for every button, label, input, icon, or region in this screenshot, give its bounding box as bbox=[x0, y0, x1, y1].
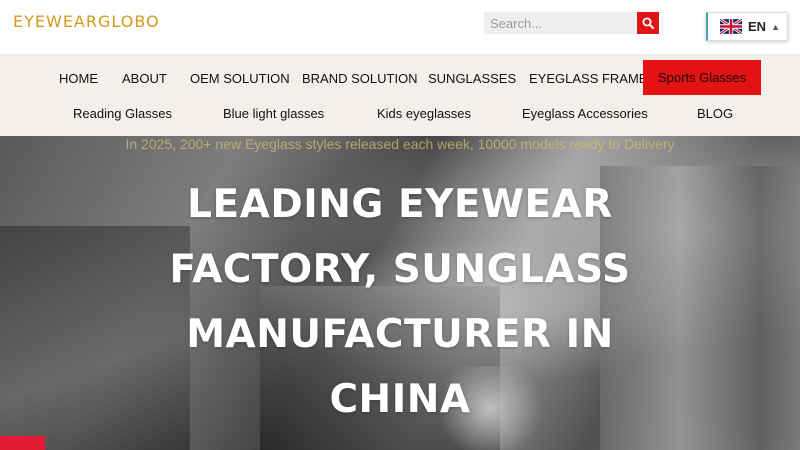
nav-item-kids-eyeglasses[interactable]: Kids eyeglasses bbox=[377, 106, 471, 121]
nav-item-about[interactable]: ABOUT bbox=[122, 71, 167, 86]
site-logo[interactable]: EYEWEARGLOBO bbox=[13, 12, 160, 31]
language-switcher[interactable]: EN ▲ bbox=[706, 12, 788, 41]
search-icon bbox=[642, 17, 654, 29]
nav-item-eyeglass-frames[interactable]: EYEGLASS FRAMES bbox=[529, 71, 656, 86]
language-label: EN bbox=[748, 19, 767, 34]
corner-widget-tab[interactable] bbox=[0, 436, 45, 450]
nav-item-sunglasses[interactable]: SUNGLASSES bbox=[428, 71, 516, 86]
hero-title: LEADING EYEWEAR FACTORY, SUNGLASS MANUFA… bbox=[169, 182, 631, 422]
nav-item-blue-light-glasses[interactable]: Blue light glasses bbox=[223, 106, 324, 121]
search-input[interactable] bbox=[484, 12, 637, 34]
nav-item-oem-solution[interactable]: OEM SOLUTION bbox=[190, 71, 290, 86]
nav-item-sports-glasses[interactable]: Sports Glasses bbox=[643, 60, 762, 95]
hero-ticker-text: In 2025, 200+ new Eyeglass styles releas… bbox=[125, 136, 675, 152]
nav-item-brand-solution[interactable]: BRAND SOLUTION bbox=[302, 71, 418, 86]
hero-banner: In 2025, 200+ new Eyeglass styles releas… bbox=[0, 136, 800, 450]
nav-item-home[interactable]: HOME bbox=[59, 71, 98, 86]
main-nav: HOME ABOUT OEM SOLUTION BRAND SOLUTION S… bbox=[0, 54, 800, 136]
nav-item-reading-glasses[interactable]: Reading Glasses bbox=[73, 106, 172, 121]
search-bar bbox=[484, 12, 659, 34]
nav-item-eyeglass-accessories[interactable]: Eyeglass Accessories bbox=[522, 106, 648, 121]
uk-flag-icon bbox=[720, 19, 742, 34]
site-header: EYEWEARGLOBO EN ▲ bbox=[0, 0, 800, 54]
nav-row-secondary: Reading Glasses Blue light glasses Kids … bbox=[0, 100, 800, 136]
search-button[interactable] bbox=[637, 12, 659, 34]
nav-row-primary: HOME ABOUT OEM SOLUTION BRAND SOLUTION S… bbox=[0, 54, 800, 100]
nav-item-blog[interactable]: BLOG bbox=[697, 106, 733, 121]
chevron-up-icon: ▲ bbox=[771, 21, 780, 32]
